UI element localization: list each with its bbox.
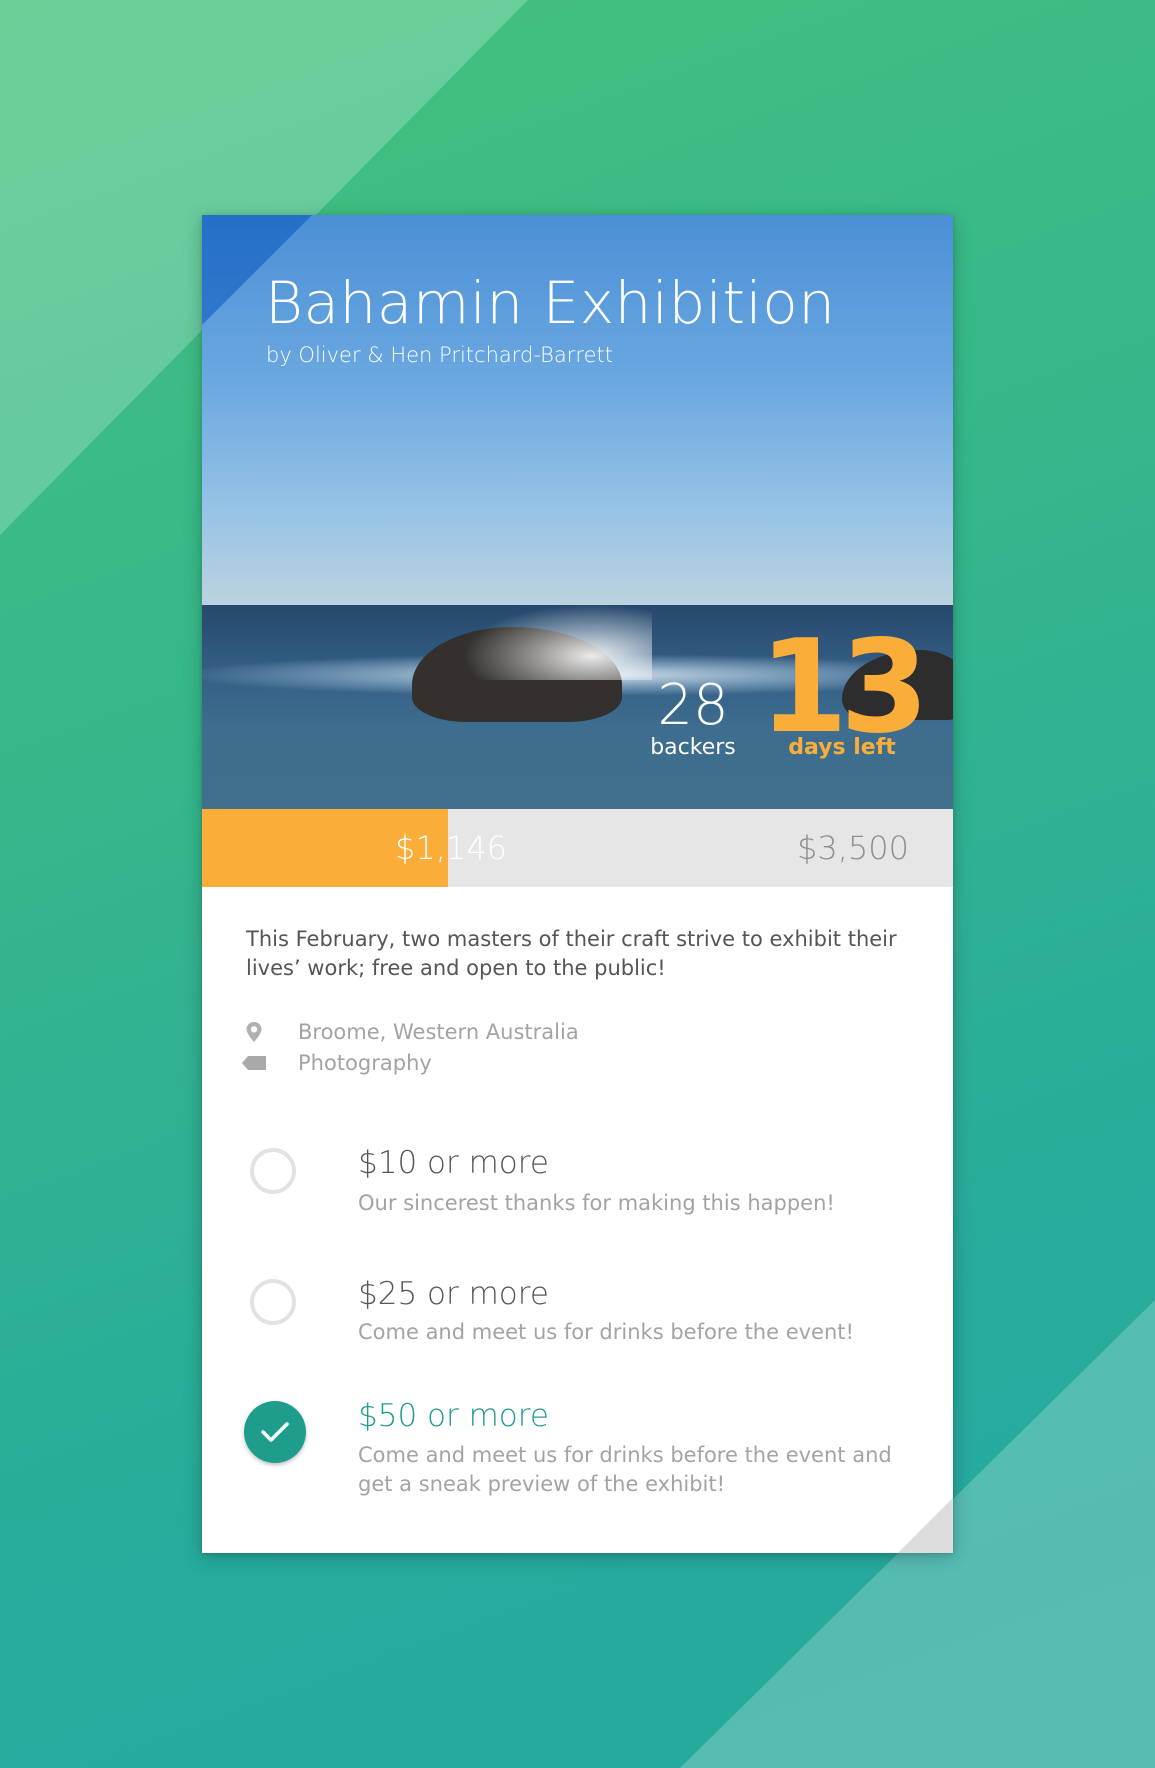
hero-image: Bahamin Exhibition by Oliver & Hen Pritc…	[202, 215, 953, 809]
reward-title: $10 or more	[358, 1145, 549, 1181]
reward-description: Come and meet us for drinks before the e…	[358, 1320, 854, 1344]
category-text: Photography	[298, 1051, 432, 1075]
reward-title: $25 or more	[358, 1276, 549, 1312]
checkmark-icon	[261, 1422, 289, 1442]
project-card: Bahamin Exhibition by Oliver & Hen Pritc…	[202, 215, 953, 1553]
reward-description: Our sincerest thanks for making this hap…	[358, 1191, 835, 1215]
reward-title: $50 or more	[358, 1398, 549, 1434]
backers-label: backers	[650, 735, 736, 760]
tag-icon	[240, 1049, 268, 1077]
location-row: Broome, Western Australia	[240, 1017, 579, 1047]
backers-count: 28	[657, 673, 729, 738]
location-text: Broome, Western Australia	[298, 1020, 579, 1044]
location-pin-icon	[240, 1018, 268, 1046]
amount-raised: $1,146	[395, 829, 507, 867]
reward-radio-unchecked[interactable]	[250, 1279, 296, 1325]
reward-description: Come and meet us for drinks before the e…	[358, 1443, 892, 1496]
project-creators: by Oliver & Hen Pritchard-Barrett	[266, 343, 613, 367]
card-corner-fold	[898, 1498, 953, 1553]
funding-progress-bar: $1,146 $3,500	[202, 809, 953, 887]
hero-spray	[452, 600, 652, 680]
project-description: This February, two masters of their craf…	[246, 927, 897, 980]
reward-radio-checked[interactable]	[244, 1401, 306, 1463]
days-left-label: days left	[788, 735, 896, 760]
project-title: Bahamin Exhibition	[265, 269, 836, 337]
category-row: Photography	[240, 1048, 432, 1078]
reward-radio-unchecked[interactable]	[250, 1148, 296, 1194]
funding-goal: $3,500	[797, 829, 909, 867]
